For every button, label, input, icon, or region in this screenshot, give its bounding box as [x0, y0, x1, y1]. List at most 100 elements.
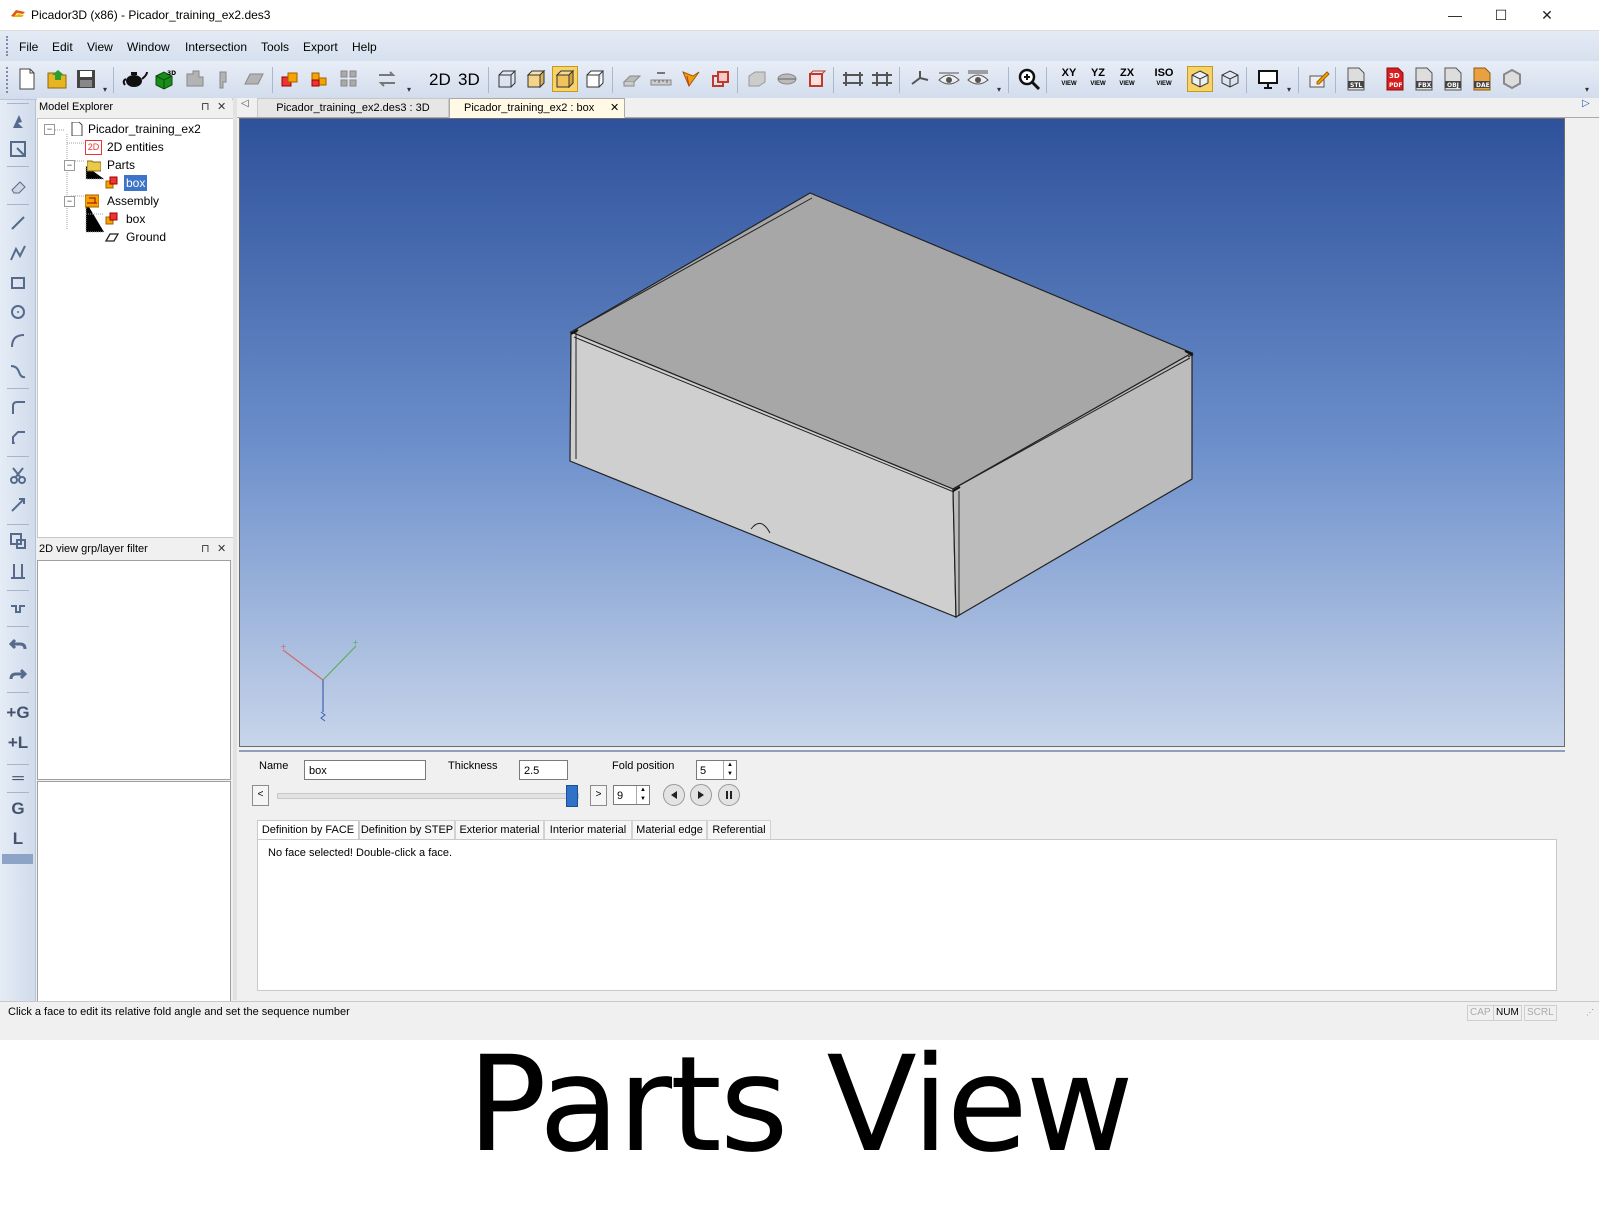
teapot-icon[interactable] [122, 66, 148, 92]
resize-grip-icon[interactable]: ⋰ [1586, 1008, 1594, 1017]
tab-interior-material[interactable]: Interior material [544, 820, 632, 840]
arc-tool-icon[interactable] [7, 330, 29, 352]
iso-view-button[interactable]: ISO VIEW [1151, 68, 1177, 92]
part-shape-icon[interactable] [182, 66, 208, 92]
circle-tool-icon[interactable] [7, 301, 29, 323]
box-outline-icon[interactable] [744, 66, 770, 92]
equals-icon[interactable]: ═ [7, 768, 29, 790]
select-arrow-icon[interactable] [7, 110, 29, 132]
sequence-stepper[interactable]: 9 ▲ ▼ [613, 785, 650, 805]
zoom-icon[interactable] [1016, 66, 1042, 92]
menu-window[interactable]: Window [127, 40, 170, 54]
play-icon[interactable] [690, 784, 712, 806]
add-group-button[interactable]: +G [6, 702, 29, 724]
tab-exterior-material[interactable]: Exterior material [455, 820, 544, 840]
pause-icon[interactable] [718, 784, 740, 806]
swap-parts-icon[interactable] [374, 66, 400, 92]
group-button[interactable]: G [7, 798, 29, 820]
menu-edit[interactable]: Edit [52, 40, 73, 54]
menu-file[interactable]: File [19, 40, 38, 54]
fold-part-icon[interactable] [619, 66, 645, 92]
chamfer-tool-icon[interactable] [7, 426, 29, 448]
redo-icon[interactable] [7, 664, 29, 686]
collapse-toggle[interactable]: − [64, 160, 75, 171]
copy-part-icon[interactable] [708, 66, 734, 92]
mode-3d-button[interactable]: 3D [458, 70, 480, 90]
collapse-toggle[interactable]: − [64, 196, 75, 207]
eraser-icon[interactable] [7, 176, 29, 198]
transparent-render-icon[interactable] [1217, 66, 1243, 92]
toolbar-overflow-icon[interactable]: ▾ [997, 85, 1001, 94]
close-tab-icon[interactable]: ✕ [610, 99, 619, 117]
close-panel-icon[interactable]: ✕ [217, 98, 226, 116]
presentation-icon[interactable] [1255, 66, 1281, 92]
box-model[interactable] [240, 119, 1564, 746]
toolbar-overflow-icon[interactable]: ▾ [103, 85, 107, 94]
mode-2d-button[interactable]: 2D [429, 70, 451, 90]
shaded-cube-icon[interactable] [523, 66, 549, 92]
close-window-button[interactable]: ✕ [1524, 0, 1570, 30]
menu-help[interactable]: Help [352, 40, 377, 54]
toolbar-overflow-icon[interactable]: ▾ [407, 85, 411, 94]
menu-export[interactable]: Export [303, 40, 338, 54]
spline-tool-icon[interactable] [7, 359, 29, 381]
3d-viewport[interactable]: + + [239, 118, 1565, 747]
tab-definition-by-step[interactable]: Definition by STEP [359, 820, 455, 840]
stepper-arrows-icon[interactable]: ▲ ▼ [723, 761, 736, 779]
new-file-icon[interactable] [14, 66, 40, 92]
extrude-icon[interactable] [803, 66, 829, 92]
tab-box-part-view[interactable]: Picador_training_ex2 : box ✕ [449, 98, 625, 118]
minimize-button[interactable]: — [1432, 0, 1478, 30]
align-parts-icon[interactable] [840, 66, 866, 92]
toolbar-overflow-icon[interactable]: ▾ [1287, 85, 1291, 94]
hidden-line-cube-icon[interactable] [582, 66, 608, 92]
export-fbx-icon[interactable]: FBX [1411, 66, 1437, 92]
dimension-tool-icon[interactable] [7, 560, 29, 582]
stack-parts-icon[interactable] [278, 66, 304, 92]
measure-icon[interactable] [648, 66, 674, 92]
fold-slider[interactable] [277, 785, 579, 807]
hexagon-icon[interactable] [1499, 66, 1525, 92]
fold-position-stepper[interactable]: 5 ▲ ▼ [696, 760, 737, 780]
visibility-all-icon[interactable] [965, 66, 991, 92]
edit-sheet-icon[interactable] [1306, 66, 1332, 92]
axis-tool-icon[interactable] [907, 66, 933, 92]
panel-splitter[interactable] [233, 98, 237, 1000]
menu-intersection[interactable]: Intersection [185, 40, 247, 54]
select-window-icon[interactable] [7, 138, 29, 160]
maximize-button[interactable]: ☐ [1478, 0, 1524, 30]
export-3d-pdf-icon[interactable]: 3D PDF [1382, 66, 1408, 92]
shaded-edges-cube-icon[interactable] [552, 66, 578, 92]
stepper-arrows-icon[interactable]: ▲ ▼ [636, 786, 649, 804]
rectangle-tool-icon[interactable] [7, 272, 29, 294]
fillet-tool-icon[interactable] [7, 396, 29, 418]
export-stl-icon[interactable]: STL [1343, 66, 1369, 92]
open-file-icon[interactable] [44, 66, 70, 92]
close-panel-icon[interactable]: ✕ [217, 540, 226, 558]
name-input[interactable]: box [304, 760, 426, 780]
menu-view[interactable]: View [87, 40, 113, 54]
export-obj-icon[interactable]: OBJ [1440, 66, 1466, 92]
slice-icon[interactable] [774, 66, 800, 92]
pipe-icon[interactable] [211, 66, 237, 92]
toolbar-overflow-icon[interactable]: ▾ [1585, 85, 1589, 94]
menu-tools[interactable]: Tools [261, 40, 289, 54]
tabs-scroll-left-icon[interactable]: ◁ [241, 98, 249, 109]
layer-button[interactable]: L [7, 828, 29, 850]
wireframe-cube-icon[interactable] [494, 66, 520, 92]
tabs-scroll-right-icon[interactable]: ▷ [1582, 98, 1590, 109]
import-3d-part-icon[interactable]: 3D [152, 66, 178, 92]
polyline-tool-icon[interactable] [7, 242, 29, 264]
export-dae-icon[interactable]: DAE [1469, 66, 1495, 92]
slider-prev-button[interactable]: < [252, 785, 269, 806]
thickness-input[interactable]: 2.5 [519, 760, 568, 780]
tab-referential[interactable]: Referential [707, 820, 771, 840]
line-tool-icon[interactable] [7, 212, 29, 234]
yz-view-button[interactable]: YZ VIEW [1085, 68, 1111, 92]
save-icon[interactable] [73, 66, 99, 92]
tool-strip-overflow[interactable] [2, 854, 33, 864]
step-back-icon[interactable] [663, 784, 685, 806]
extend-tool-icon[interactable] [7, 494, 29, 516]
visibility-icon[interactable] [936, 66, 962, 92]
fold-slider-thumb[interactable] [566, 785, 578, 807]
